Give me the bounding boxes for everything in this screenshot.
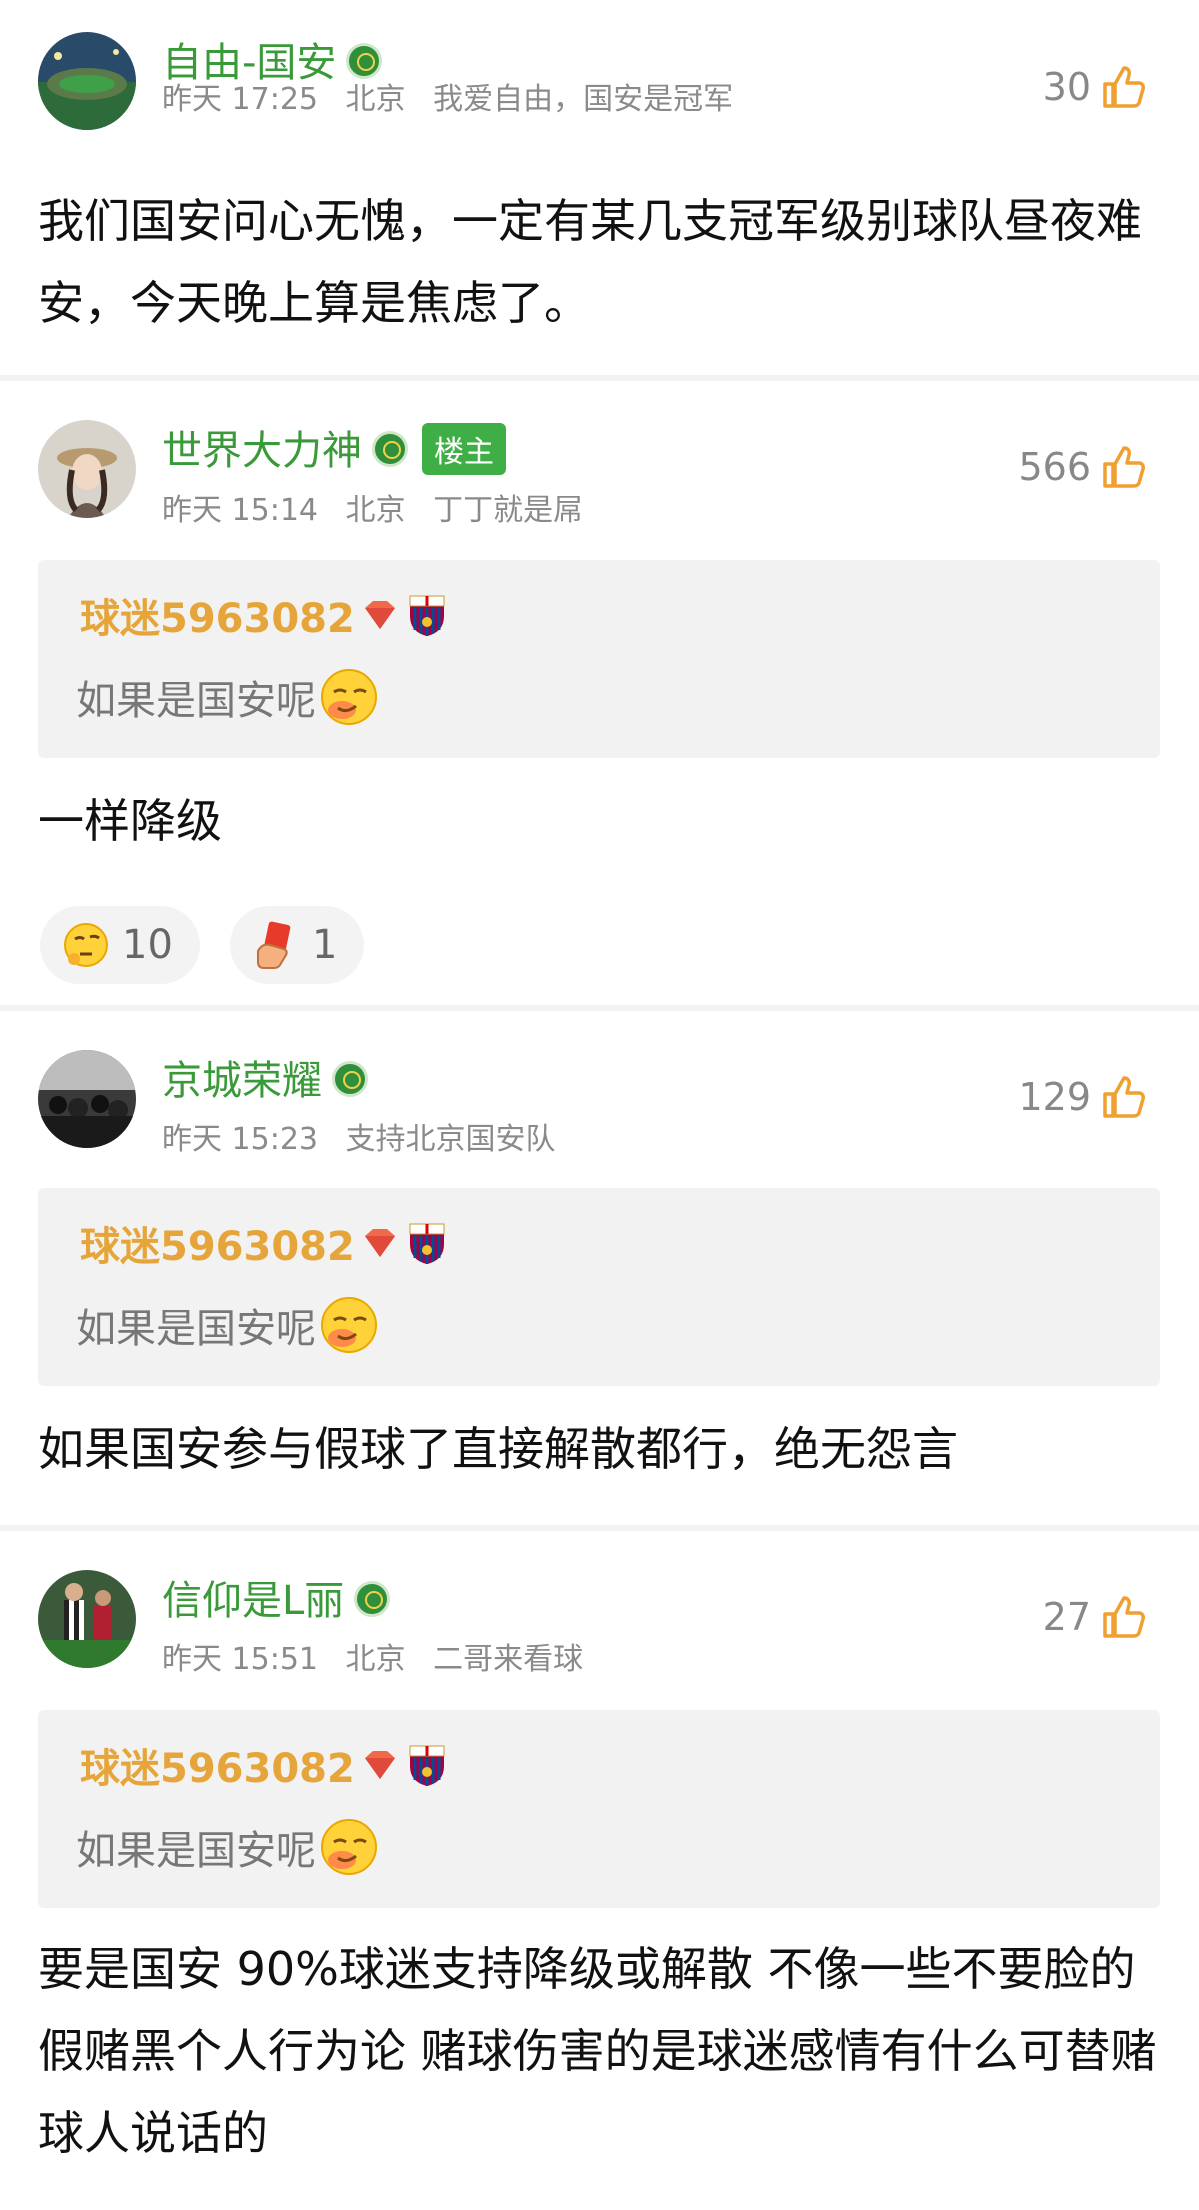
comment-text: 要是国安 90%球迷支持降级或解散 不像一些不要脸的假赌黑个人行为论 赌球伤害的… <box>38 1942 1157 2160</box>
user-signature: 二哥来看球 <box>433 1642 584 1677</box>
divider <box>0 1525 1199 1531</box>
fc-barcelona-crest-icon <box>409 595 445 636</box>
quoted-comment[interactable]: 球迷5963082 如果是国安呢 <box>38 1188 1160 1386</box>
team-badge-icon <box>332 1061 368 1097</box>
user-signature: 我爱自由，国安是冠军 <box>433 82 734 117</box>
fc-barcelona-crest-icon <box>409 1745 445 1786</box>
like-count: 27 <box>1042 1595 1091 1639</box>
like-button[interactable]: 27 <box>1043 1592 1149 1642</box>
like-count: 129 <box>1018 1075 1091 1119</box>
like-count: 30 <box>1042 65 1091 109</box>
like-count: 566 <box>1018 445 1091 489</box>
quoted-comment[interactable]: 球迷5963082 如果是国安呢 <box>38 560 1160 758</box>
username-text[interactable]: 世界大力神 <box>162 428 362 474</box>
comment-text: 一样降级 <box>38 794 222 848</box>
quote-text: 如果是国安呢 <box>76 666 380 728</box>
comment-text: 如果国安参与假球了直接解散都行，绝无怨言 <box>38 1422 958 1476</box>
divider <box>0 375 1199 381</box>
user-signature: 丁丁就是屌 <box>433 493 584 528</box>
diamond-badge-icon <box>364 601 395 629</box>
red-card-hand-icon <box>257 921 291 969</box>
thumbs-up-icon <box>1103 1076 1145 1118</box>
comment-meta: 昨天 15:23 支持北京国安队 <box>162 1114 574 1158</box>
team-badge-icon <box>354 1581 391 1617</box>
username[interactable]: 世界大力神 楼主 <box>162 418 506 479</box>
comment-meta: 昨天 15:51 北京 二哥来看球 <box>162 1634 601 1678</box>
comment-time: 昨天 17:25 <box>162 82 318 117</box>
thumbs-up-icon <box>1103 1596 1145 1638</box>
comment-time: 昨天 15:51 <box>162 1642 318 1677</box>
avatar[interactable] <box>38 32 136 130</box>
reaction-red-card[interactable]: 1 <box>230 906 364 984</box>
comment-location: 北京 <box>345 82 406 117</box>
comment-location: 北京 <box>345 493 406 528</box>
quote-text-content: 如果是国安呢 <box>76 1306 316 1352</box>
quote-username[interactable]: 球迷5963082 <box>80 586 355 644</box>
username[interactable]: 信仰是L丽 <box>162 1568 391 1626</box>
quoted-comment[interactable]: 球迷5963082 如果是国安呢 <box>38 1710 1160 1908</box>
quote-text: 如果是国安呢 <box>76 1816 380 1878</box>
comment-location: 北京 <box>345 1642 406 1677</box>
avatar[interactable] <box>38 1050 136 1148</box>
thumbs-up-icon <box>1103 446 1145 488</box>
quote-username[interactable]: 球迷5963082 <box>80 1736 355 1794</box>
comment-time: 昨天 15:23 <box>162 1122 318 1157</box>
username[interactable]: 京城荣耀 <box>162 1048 368 1106</box>
divider <box>0 1005 1199 1011</box>
quote-text-content: 如果是国安呢 <box>76 678 316 724</box>
reaction-thinking[interactable]: 10 <box>40 906 200 984</box>
quote-user[interactable]: 球迷5963082 <box>80 1736 447 1794</box>
user-signature: 支持北京国安队 <box>345 1122 556 1157</box>
like-button[interactable]: 566 <box>1018 442 1149 492</box>
diamond-badge-icon <box>364 1751 395 1779</box>
smirk-emoji-icon <box>321 1297 377 1353</box>
comment-meta: 昨天 15:14 北京 丁丁就是屌 <box>162 485 601 529</box>
like-button[interactable]: 129 <box>1018 1072 1149 1122</box>
comment-meta: 昨天 17:25 北京 我爱自由，国安是冠军 <box>162 74 751 118</box>
reaction-count: 10 <box>122 922 173 968</box>
quote-user[interactable]: 球迷5963082 <box>80 1214 447 1272</box>
thinking-emoji-icon <box>64 923 108 967</box>
fc-barcelona-crest-icon <box>409 1223 445 1264</box>
reaction-count: 1 <box>312 922 338 968</box>
quote-user[interactable]: 球迷5963082 <box>80 586 447 644</box>
team-badge-icon <box>372 431 408 467</box>
comment-text: 我们国安问心无愧，一定有某几支冠军级别球队昼夜难安，今天晚上算是焦虑了。 <box>38 194 1142 330</box>
quote-text-content: 如果是国安呢 <box>76 1828 316 1874</box>
diamond-badge-icon <box>364 1229 395 1257</box>
username-text[interactable]: 京城荣耀 <box>162 1058 322 1104</box>
quote-text: 如果是国安呢 <box>76 1294 380 1356</box>
smirk-emoji-icon <box>321 1819 377 1875</box>
thumbs-up-icon <box>1103 66 1145 108</box>
op-tag: 楼主 <box>422 423 506 475</box>
like-button[interactable]: 30 <box>1043 62 1149 112</box>
avatar[interactable] <box>38 420 136 518</box>
avatar[interactable] <box>38 1570 136 1668</box>
comment-time: 昨天 15:14 <box>162 493 318 528</box>
quote-username[interactable]: 球迷5963082 <box>80 1214 355 1272</box>
smirk-emoji-icon <box>321 669 377 725</box>
username-text[interactable]: 信仰是L丽 <box>162 1578 344 1624</box>
